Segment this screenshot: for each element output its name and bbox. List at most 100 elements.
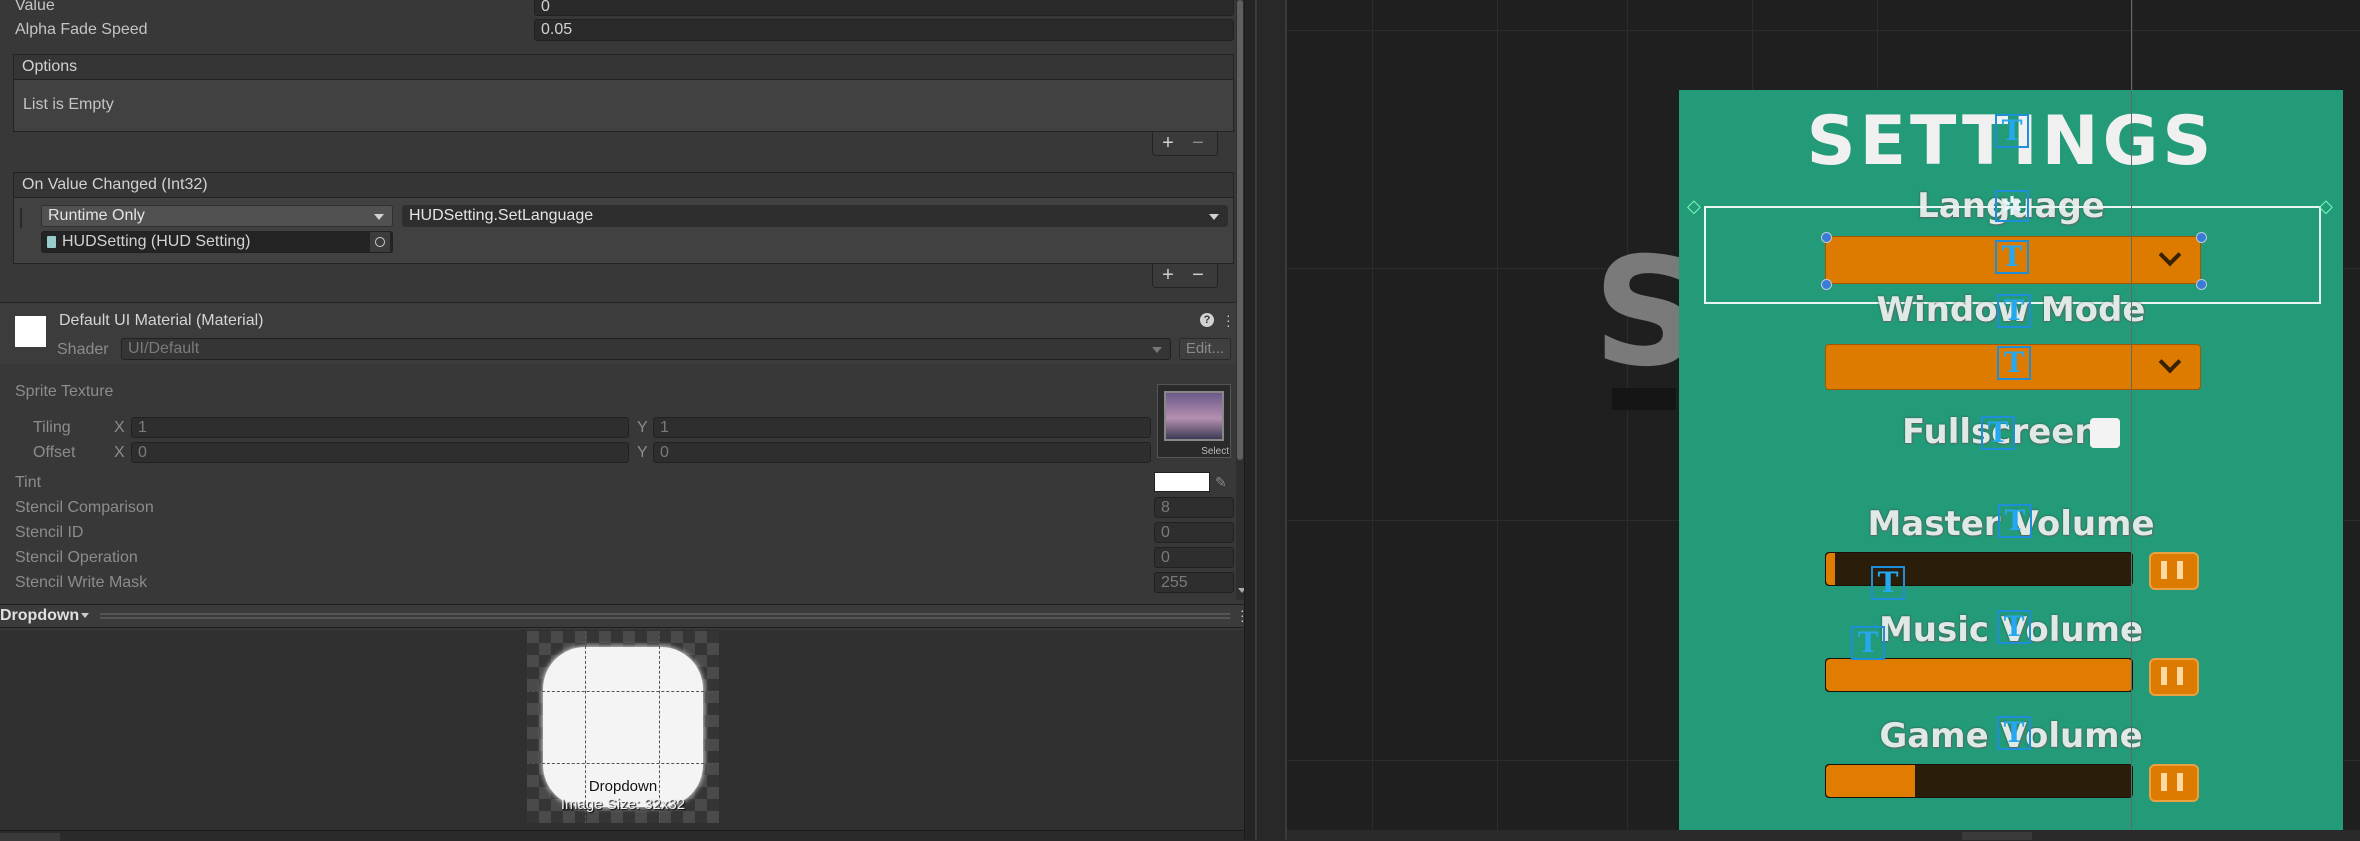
scene-footer-tab[interactable] (1962, 832, 2032, 840)
anchor-marker-icon[interactable]: ◇ (2319, 196, 2333, 217)
preview-dropdown-label: Dropdown (0, 607, 80, 624)
text-gizmo-icon: T (1871, 566, 1905, 600)
text-gizmo-icon: T (1851, 626, 1885, 660)
splitter-line (1255, 0, 1257, 840)
resize-handle[interactable] (1821, 232, 1832, 243)
texture-select-caption: Select (1201, 446, 1229, 457)
text-gizmo-icon: T (1997, 346, 2031, 380)
game-volume-fill (1826, 765, 1915, 797)
options-remove-button[interactable]: − (1183, 132, 1213, 154)
stencil-write-mask-field[interactable]: 255 (1154, 572, 1234, 593)
tiling-y-label: Y (637, 419, 648, 436)
chevron-down-icon (81, 613, 89, 618)
music-volume-slider[interactable] (1825, 658, 2133, 692)
options-header: Options (13, 54, 1234, 80)
function-dropdown[interactable]: HUDSetting.SetLanguage (402, 205, 1228, 227)
eyedropper-icon[interactable]: ✎ (1215, 474, 1231, 490)
fullscreen-checkbox[interactable] (2090, 418, 2120, 448)
stencil-write-mask-label: Stencil Write Mask (15, 574, 148, 591)
inspector-panel: Value 0 Alpha Fade Speed 0.05 Options Li… (0, 0, 1246, 841)
anchor-marker-icon[interactable]: ◇ (1687, 196, 1701, 217)
master-volume-handle[interactable] (2149, 552, 2199, 590)
scrollbar-thumb[interactable] (1237, 0, 1243, 460)
material-header: Default UI Material (Material) Shader UI… (0, 302, 1244, 364)
anchor-gizmo-icon[interactable]: ✲ (1995, 190, 2029, 222)
value-label: Value (15, 0, 55, 14)
music-volume-handle[interactable] (2149, 658, 2199, 696)
options-plus-minus: + − (1152, 132, 1218, 156)
object-picker-button[interactable] (370, 232, 390, 252)
text-gizmo-icon: T (1997, 610, 2031, 644)
shader-label: Shader (57, 341, 109, 358)
target-icon (375, 237, 385, 247)
runtime-mode-value: Runtime Only (48, 207, 145, 224)
event-plus-minus: + − (1152, 264, 1218, 288)
tiling-label: Tiling (33, 419, 71, 436)
text-gizmo-icon: T (1981, 416, 2015, 450)
stencil-id-label: Stencil ID (15, 524, 84, 541)
shader-dropdown[interactable]: UI/Default (121, 338, 1171, 360)
shader-value: UI/Default (128, 340, 200, 357)
slice-guide (527, 691, 719, 692)
offset-x-field[interactable]: 0 (131, 442, 629, 463)
text-gizmo-icon: T (1997, 294, 2031, 328)
chevron-down-icon (374, 214, 384, 220)
chevron-down-icon (1152, 347, 1162, 353)
chevron-down-icon (2158, 350, 2182, 374)
tiling-x-label: X (114, 419, 125, 436)
inspector-footer (0, 830, 1244, 841)
preview-splitter-handle[interactable] (100, 613, 1230, 619)
value-field[interactable]: 0 (534, 0, 1234, 16)
slice-guide (527, 763, 719, 764)
offset-y-field[interactable]: 0 (653, 442, 1151, 463)
resize-handle[interactable] (2196, 232, 2207, 243)
stencil-operation-label: Stencil Operation (15, 549, 138, 566)
offset-x-label: X (114, 444, 125, 461)
stencil-operation-field[interactable]: 0 (1154, 547, 1234, 568)
alpha-fade-speed-field[interactable]: 0.05 (534, 19, 1234, 41)
offset-label: Offset (33, 444, 76, 461)
options-list: List is Empty (13, 80, 1234, 132)
material-name: Default UI Material (Material) (59, 312, 264, 329)
stencil-id-field[interactable]: 0 (1154, 522, 1234, 543)
target-object-field[interactable]: HUDSetting (HUD Setting) (41, 231, 393, 253)
event-remove-button[interactable]: − (1183, 264, 1213, 286)
drag-handle-icon[interactable] (20, 208, 30, 228)
kebab-menu-icon[interactable]: · · · (1226, 308, 1231, 332)
text-gizmo-icon: T (1997, 716, 2031, 750)
game-volume-handle[interactable] (2149, 764, 2199, 802)
material-preview-swatch (15, 316, 46, 347)
help-icon[interactable]: ? (1200, 313, 1214, 327)
sprite-texture-slot[interactable]: Select (1157, 384, 1231, 458)
scene-footer (1287, 830, 2360, 840)
target-object-value: HUDSetting (HUD Setting) (62, 233, 251, 250)
shader-edit-button[interactable]: Edit... (1179, 338, 1231, 360)
runtime-mode-dropdown[interactable]: Runtime Only (41, 205, 393, 227)
options-add-button[interactable]: + (1153, 132, 1183, 154)
pivot-guide-line (2131, 0, 2132, 840)
tiling-y-field[interactable]: 1 (653, 417, 1151, 438)
dock-splitter[interactable] (1244, 0, 1258, 840)
sprite-name: Dropdown (588, 778, 658, 795)
resize-handle[interactable] (2196, 279, 2207, 290)
on-value-changed-header: On Value Changed (Int32) (13, 172, 1234, 198)
preview-toolbar: Dropdown · · · (0, 603, 1245, 628)
text-gizmo-icon: T (1995, 240, 2029, 274)
settings-panel: SETTINGS Language ✲ T T Window Mode T T … (1679, 90, 2343, 840)
resize-handle[interactable] (1821, 279, 1832, 290)
event-add-button[interactable]: + (1153, 264, 1183, 286)
tiling-x-field[interactable]: 1 (131, 417, 629, 438)
scene-view[interactable]: S SETTINGS Language ✲ T T Window Mode T … (1285, 0, 2360, 840)
game-volume-slider[interactable] (1825, 764, 2133, 798)
stencil-comparison-field[interactable]: 8 (1154, 497, 1234, 518)
master-volume-fill (1826, 553, 1836, 585)
inspector-scrollbar[interactable] (1236, 0, 1244, 600)
preview-dropdown[interactable]: Dropdown (0, 605, 92, 627)
function-value: HUDSetting.SetLanguage (409, 207, 594, 224)
tint-label: Tint (15, 474, 42, 491)
stencil-comparison-label: Stencil Comparison (15, 499, 154, 516)
tint-color-swatch[interactable] (1154, 472, 1210, 492)
script-icon (47, 236, 56, 248)
text-gizmo-icon: T (1998, 504, 2032, 538)
chevron-down-icon (2158, 243, 2182, 267)
